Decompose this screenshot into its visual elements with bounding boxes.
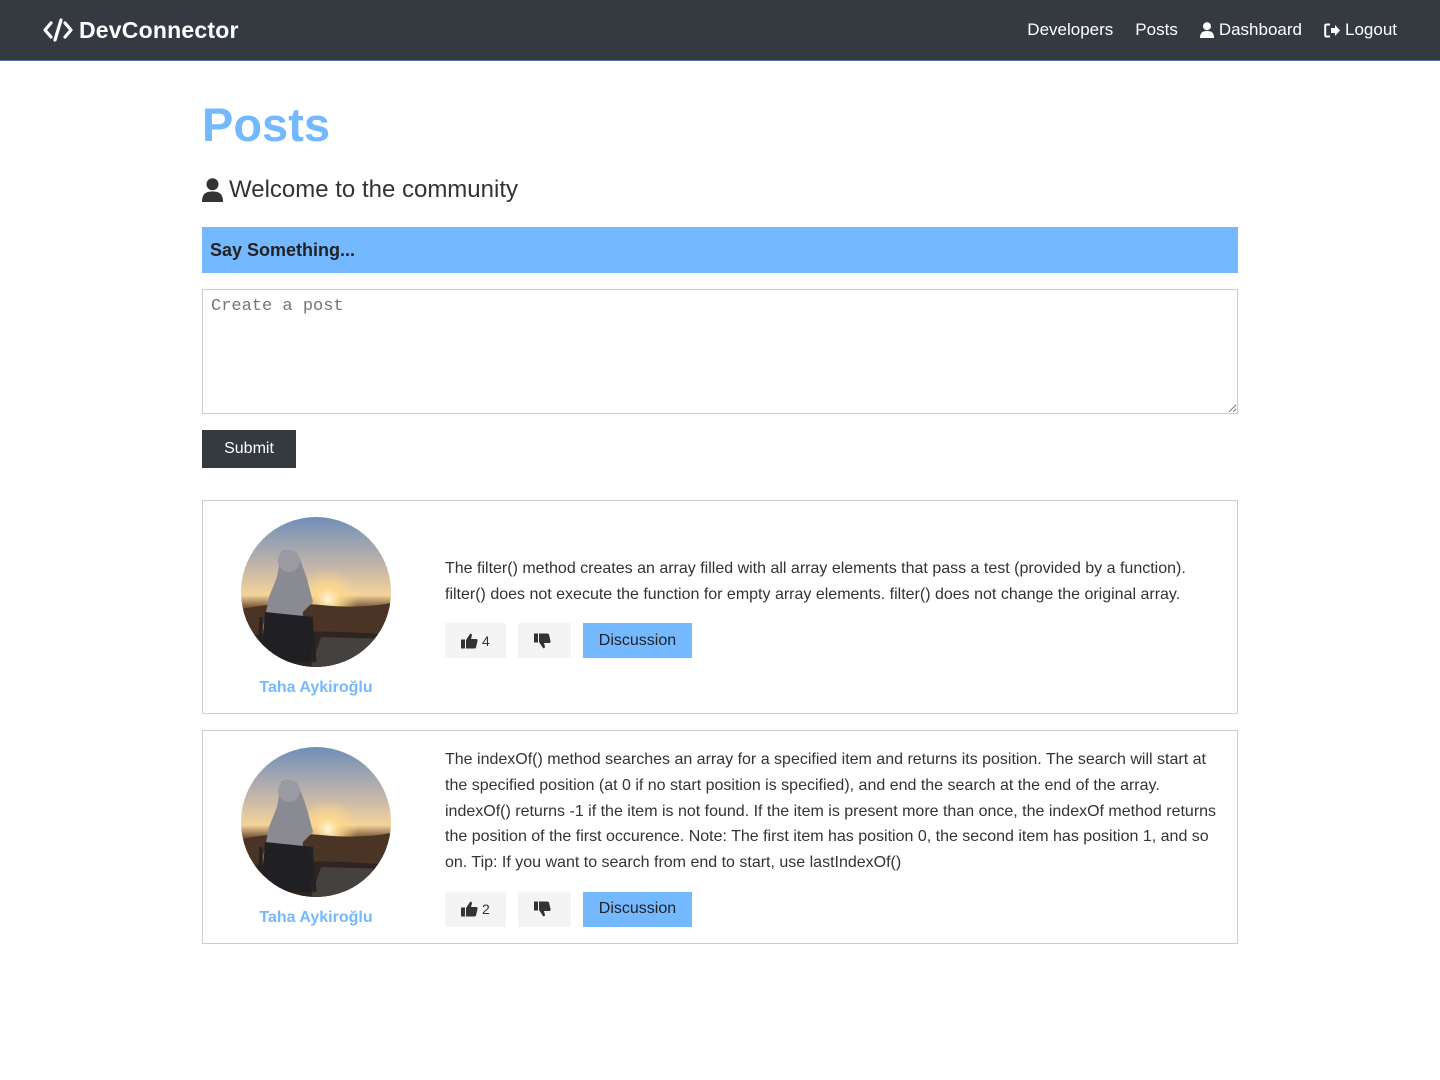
post-body: The indexOf() method searches an array f… [429,747,1221,927]
post-item: Taha Aykiroğlu The filter() method creat… [202,500,1238,714]
discussion-button[interactable]: Discussion [582,891,693,927]
author-name: Taha Aykiroğlu [259,909,373,926]
post-body: The filter() method creates an array fil… [429,517,1221,697]
like-count: 4 [482,632,490,649]
nav-posts-link[interactable]: Posts [1135,20,1178,40]
avatar[interactable] [241,517,391,667]
post-item: Taha Aykiroğlu The indexOf() method sear… [202,730,1238,944]
nav-dashboard-link[interactable]: Dashboard [1199,20,1302,40]
lead-text: Welcome to the community [202,175,1238,205]
unlike-button[interactable] [517,891,571,927]
code-icon [43,18,73,42]
main-container: Posts Welcome to the community Say Somet… [202,61,1238,960]
post-form-header: Say Something... [202,227,1238,273]
post-text: The indexOf() method searches an array f… [445,751,1217,872]
author-name: Taha Aykiroğlu [259,679,373,696]
nav-developers-link[interactable]: Developers [1027,20,1113,40]
brand-name: DevConnector [79,16,239,43]
navbar: DevConnector Developers Posts Dashboard … [0,0,1440,61]
sign-out-icon [1324,23,1340,37]
like-button[interactable]: 4 [445,623,506,659]
thumbs-up-icon [461,633,478,649]
thumbs-up-icon [461,901,478,917]
like-count: 2 [482,901,490,918]
thumbs-down-icon [533,901,551,917]
post-actions: 2 Discussion [445,891,1221,927]
user-icon [1199,22,1214,38]
like-button[interactable]: 2 [445,891,506,927]
post-author[interactable]: Taha Aykiroğlu [203,747,429,927]
submit-button[interactable]: Submit [202,430,296,468]
post-form: Submit [202,289,1238,468]
post-actions: 4 Discussion [445,623,1221,659]
nav-dashboard-label: Dashboard [1218,20,1302,39]
posts-list: Taha Aykiroğlu The filter() method creat… [202,500,1238,944]
brand-link[interactable]: DevConnector [43,17,239,44]
nav-logout-link[interactable]: Logout [1324,20,1397,40]
page-title: Posts [202,98,330,151]
nav-logout-label: Logout [1345,20,1397,39]
post-text: The filter() method creates an array fil… [445,559,1186,603]
avatar[interactable] [241,747,391,897]
post-author[interactable]: Taha Aykiroğlu [203,517,429,697]
user-icon [202,178,223,202]
thumbs-down-icon [533,633,551,649]
unlike-button[interactable] [517,623,571,659]
nav-links: Developers Posts Dashboard Logout [1005,20,1397,40]
lead-label: Welcome to the community [229,176,518,203]
create-post-textarea[interactable] [202,289,1238,414]
discussion-button[interactable]: Discussion [582,623,693,659]
